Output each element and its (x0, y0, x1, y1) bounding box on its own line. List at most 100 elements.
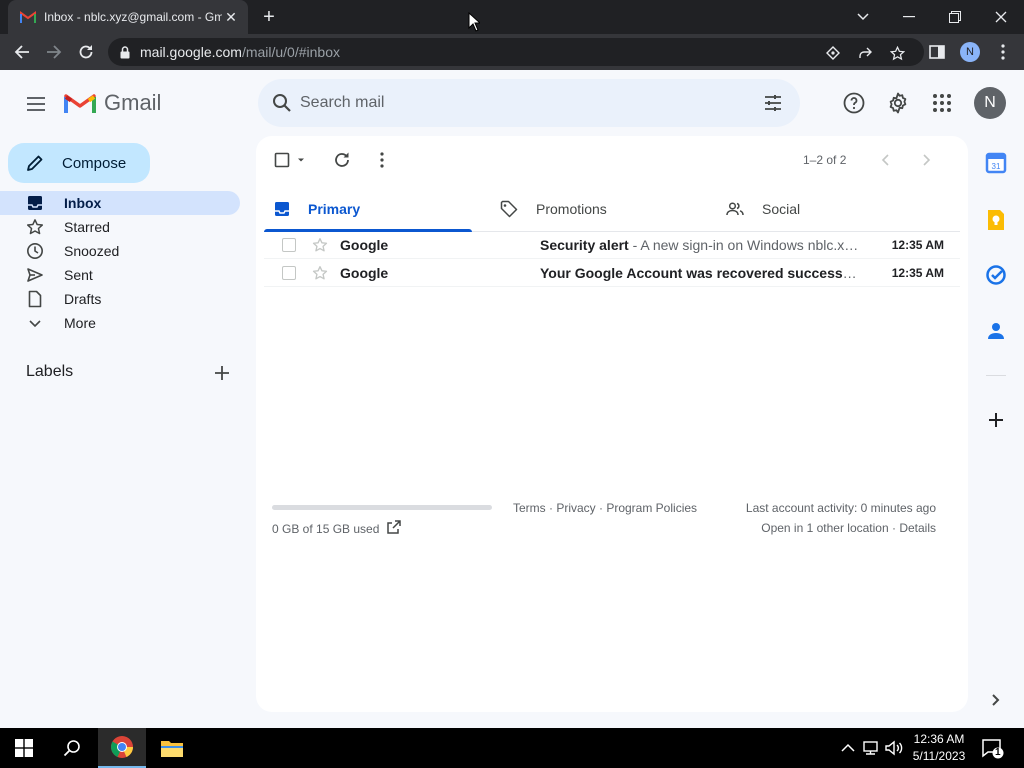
search-icon[interactable] (270, 91, 294, 115)
show-hidden-icons-chevron-icon[interactable] (838, 738, 858, 758)
gmail-logo[interactable]: Gmail (64, 90, 161, 116)
google-apps-icon[interactable] (930, 91, 954, 115)
sidebar-item-more[interactable]: More (0, 311, 240, 335)
browser-profile-avatar[interactable]: N (960, 42, 980, 62)
app-name: Gmail (104, 90, 162, 115)
labels-heading: Labels (26, 363, 74, 380)
storage-usage-text: 0 GB of 15 GB used (272, 522, 380, 536)
tab-social[interactable]: Social (716, 186, 940, 231)
chevron-left-icon[interactable] (876, 150, 896, 170)
email-snippet: - A new sign-in on Windows nblc.xyz@gmai… (632, 236, 860, 253)
taskbar-search-button[interactable] (48, 728, 96, 768)
main-menu-icon[interactable] (24, 92, 48, 116)
sidebar-item-starred[interactable]: Starred (0, 215, 240, 239)
minimize-window-button[interactable] (886, 0, 932, 34)
sidebar-item-inbox[interactable]: Inbox (0, 191, 240, 215)
search-input[interactable] (300, 91, 740, 115)
more-options-icon[interactable] (372, 150, 392, 170)
windows-start-button[interactable] (0, 728, 48, 768)
select-all-checkbox[interactable] (274, 150, 304, 170)
footer-links[interactable]: Terms · Privacy · Program Policies (513, 501, 697, 515)
network-icon[interactable] (861, 738, 881, 758)
lock-icon (120, 45, 130, 58)
email-select-checkbox[interactable] (282, 238, 296, 252)
chevron-right-icon[interactable] (916, 150, 936, 170)
browser-tab-gmail[interactable]: Inbox - nblc.xyz@gmail.com - Gm ✕ (8, 0, 248, 34)
email-sender: Google (340, 264, 389, 281)
sidebar-item-drafts[interactable]: Drafts (0, 287, 240, 311)
taskbar-file-explorer-app[interactable] (148, 728, 196, 768)
notification-count-badge: 1 (995, 747, 1001, 758)
inbox-icon (28, 196, 42, 210)
taskbar-chrome-app[interactable] (98, 728, 146, 768)
pagination-count: 1–2 of 2 (803, 153, 847, 167)
add-label-icon[interactable] (212, 363, 232, 383)
pencil-icon (27, 155, 43, 171)
browser-menu-icon[interactable] (994, 43, 1012, 61)
search-icon (63, 740, 80, 757)
get-addons-plus-icon[interactable] (985, 409, 1007, 431)
mail-list-panel: 1–2 of 2 Primary Promotions Social Googl… (256, 136, 968, 712)
help-icon[interactable] (842, 91, 866, 115)
email-row[interactable]: Google Security alert - A new sign-in on… (264, 231, 960, 259)
chrome-icon (111, 736, 133, 758)
address-bar[interactable]: mail.google.com/mail/u/0/#inbox (108, 38, 924, 66)
keep-icon[interactable] (985, 209, 1007, 231)
restore-window-button[interactable] (932, 0, 978, 34)
sidebar-item-label: Snoozed (64, 243, 120, 259)
email-time: 12:35 AM (891, 265, 944, 280)
browser-tab-bar: Inbox - nblc.xyz@gmail.com - Gm ✕ + (0, 0, 1024, 34)
share-icon[interactable] (856, 44, 874, 62)
browser-tab-title: Inbox - nblc.xyz@gmail.com - Gm (44, 10, 222, 24)
forward-button[interactable] (42, 40, 66, 64)
bookmark-star-icon[interactable] (888, 44, 906, 62)
eye-icon[interactable] (824, 44, 842, 62)
settings-gear-icon[interactable] (886, 91, 910, 115)
email-row[interactable]: Google Your Google Account was recovered… (264, 259, 960, 287)
sidebar-item-snoozed[interactable]: Snoozed (0, 239, 240, 263)
search-options-icon[interactable] (762, 92, 784, 114)
star-icon[interactable] (312, 237, 328, 253)
star-icon (26, 219, 44, 235)
email-select-checkbox[interactable] (282, 266, 296, 280)
chevron-down-icon (29, 320, 41, 328)
close-window-button[interactable] (978, 0, 1024, 34)
tab-label: Primary (308, 200, 361, 217)
reload-button[interactable] (74, 40, 98, 64)
tab-primary[interactable]: Primary (264, 186, 488, 232)
clock-time: 12:36 AM (913, 732, 965, 746)
sidebar-item-sent[interactable]: Sent (0, 263, 240, 287)
notification-center-button[interactable]: 1 (980, 736, 1004, 760)
calendar-icon[interactable]: 31 (985, 152, 1007, 174)
compose-label: Compose (62, 154, 127, 172)
storage-usage-bar (272, 505, 492, 510)
contacts-icon[interactable] (985, 320, 1007, 342)
side-panel-icon[interactable] (928, 43, 946, 61)
star-icon[interactable] (312, 265, 328, 281)
system-clock[interactable]: 12:36 AM 5/11/2023 (908, 731, 970, 765)
tab-promotions[interactable]: Promotions (490, 186, 714, 231)
tab-search-icon[interactable] (840, 0, 886, 34)
close-tab-icon[interactable]: ✕ (222, 9, 240, 26)
volume-icon[interactable] (884, 738, 904, 758)
account-avatar[interactable]: N (974, 87, 1006, 119)
folder-icon (161, 741, 183, 757)
draft-file-icon (28, 290, 42, 308)
clock-icon (27, 243, 43, 259)
back-button[interactable] (10, 40, 34, 64)
back-arrow-icon (14, 45, 29, 59)
gmail-favicon-icon (20, 11, 36, 23)
sidebar-item-label: Sent (64, 267, 93, 283)
gmail-m-icon (64, 94, 96, 113)
tab-label: Promotions (536, 200, 607, 217)
compose-button[interactable]: Compose (8, 143, 150, 183)
inbox-tray-icon (275, 201, 289, 216)
clock-date: 5/11/2023 (912, 749, 966, 763)
url-path: /mail/u/0/#inbox (241, 44, 340, 60)
open-external-icon[interactable] (386, 519, 402, 535)
tasks-icon[interactable] (985, 264, 1007, 286)
chevron-right-icon[interactable] (985, 689, 1007, 711)
new-tab-button[interactable]: + (258, 6, 280, 28)
other-location-details-link[interactable]: Open in 1 other location · Details (761, 521, 936, 535)
refresh-icon[interactable] (332, 150, 352, 170)
